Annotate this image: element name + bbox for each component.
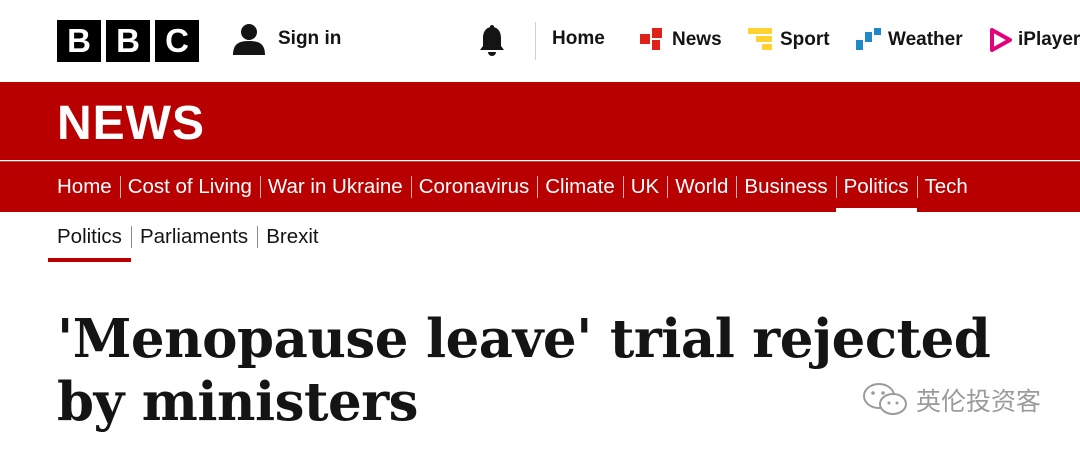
nav-sport[interactable]: Sport bbox=[748, 28, 830, 52]
nav-news[interactable]: News bbox=[640, 28, 722, 52]
iplayer-icon bbox=[990, 28, 1012, 52]
sport-icon bbox=[748, 28, 772, 50]
section-nav-item-war-in-ukraine[interactable]: War in Ukraine bbox=[259, 162, 411, 212]
nav-weather[interactable]: Weather bbox=[856, 28, 963, 52]
bbc-logo-letter: B bbox=[57, 20, 101, 62]
sign-in-link[interactable]: Sign in bbox=[232, 22, 341, 56]
bell-icon[interactable] bbox=[478, 25, 506, 57]
section-nav-item-politics[interactable]: Politics bbox=[835, 162, 917, 212]
nav-home-label: Home bbox=[552, 28, 605, 49]
nav-iplayer-label: iPlayer bbox=[1018, 29, 1080, 50]
section-nav-item-tech[interactable]: Tech bbox=[916, 162, 976, 212]
news-icon bbox=[640, 28, 662, 50]
nav-news-label: News bbox=[672, 29, 722, 50]
masthead: B B C Sign in Home News Sport Weather iP… bbox=[0, 0, 1080, 82]
section-nav-item-home[interactable]: Home bbox=[49, 162, 120, 212]
section-nav-item-business[interactable]: Business bbox=[736, 162, 835, 212]
section-nav-item-uk[interactable]: UK bbox=[622, 162, 667, 212]
nav-home[interactable]: Home bbox=[552, 28, 605, 50]
bbc-logo[interactable]: B B C bbox=[57, 20, 199, 62]
watermark-text: 英伦投资客 bbox=[916, 387, 1042, 416]
news-wordmark[interactable]: NEWS bbox=[57, 96, 205, 151]
sign-in-label: Sign in bbox=[278, 28, 342, 49]
sub-nav-item-parliaments[interactable]: Parliaments bbox=[130, 212, 257, 262]
wechat-icon bbox=[863, 383, 907, 415]
sub-nav-item-politics[interactable]: Politics bbox=[48, 212, 131, 262]
bbc-logo-letter: B bbox=[106, 20, 150, 62]
weather-icon bbox=[856, 28, 881, 50]
nav-weather-label: Weather bbox=[888, 29, 963, 50]
nav-iplayer[interactable]: iPlayer bbox=[990, 28, 1080, 52]
section-nav-list: Home Cost of Living War in Ukraine Coronavi… bbox=[0, 162, 1080, 212]
sub-nav: Politics Parliaments Brexit bbox=[48, 212, 328, 262]
sub-nav-item-brexit[interactable]: Brexit bbox=[257, 212, 327, 262]
section-nav-item-coronavirus[interactable]: Coronavirus bbox=[410, 162, 538, 212]
section-nav: Home Cost of Living War in Ukraine Coronavi… bbox=[0, 161, 1080, 212]
bbc-logo-letter: C bbox=[155, 20, 199, 62]
watermark: 英伦投资客 bbox=[862, 382, 1041, 418]
user-icon bbox=[233, 24, 265, 55]
nav-sport-label: Sport bbox=[780, 29, 830, 50]
news-banner: NEWS bbox=[0, 82, 1080, 160]
section-nav-item-world[interactable]: World bbox=[667, 162, 736, 212]
section-nav-item-climate[interactable]: Climate bbox=[537, 162, 623, 212]
section-nav-item-cost-of-living[interactable]: Cost of Living bbox=[119, 162, 260, 212]
nav-divider bbox=[535, 22, 536, 60]
